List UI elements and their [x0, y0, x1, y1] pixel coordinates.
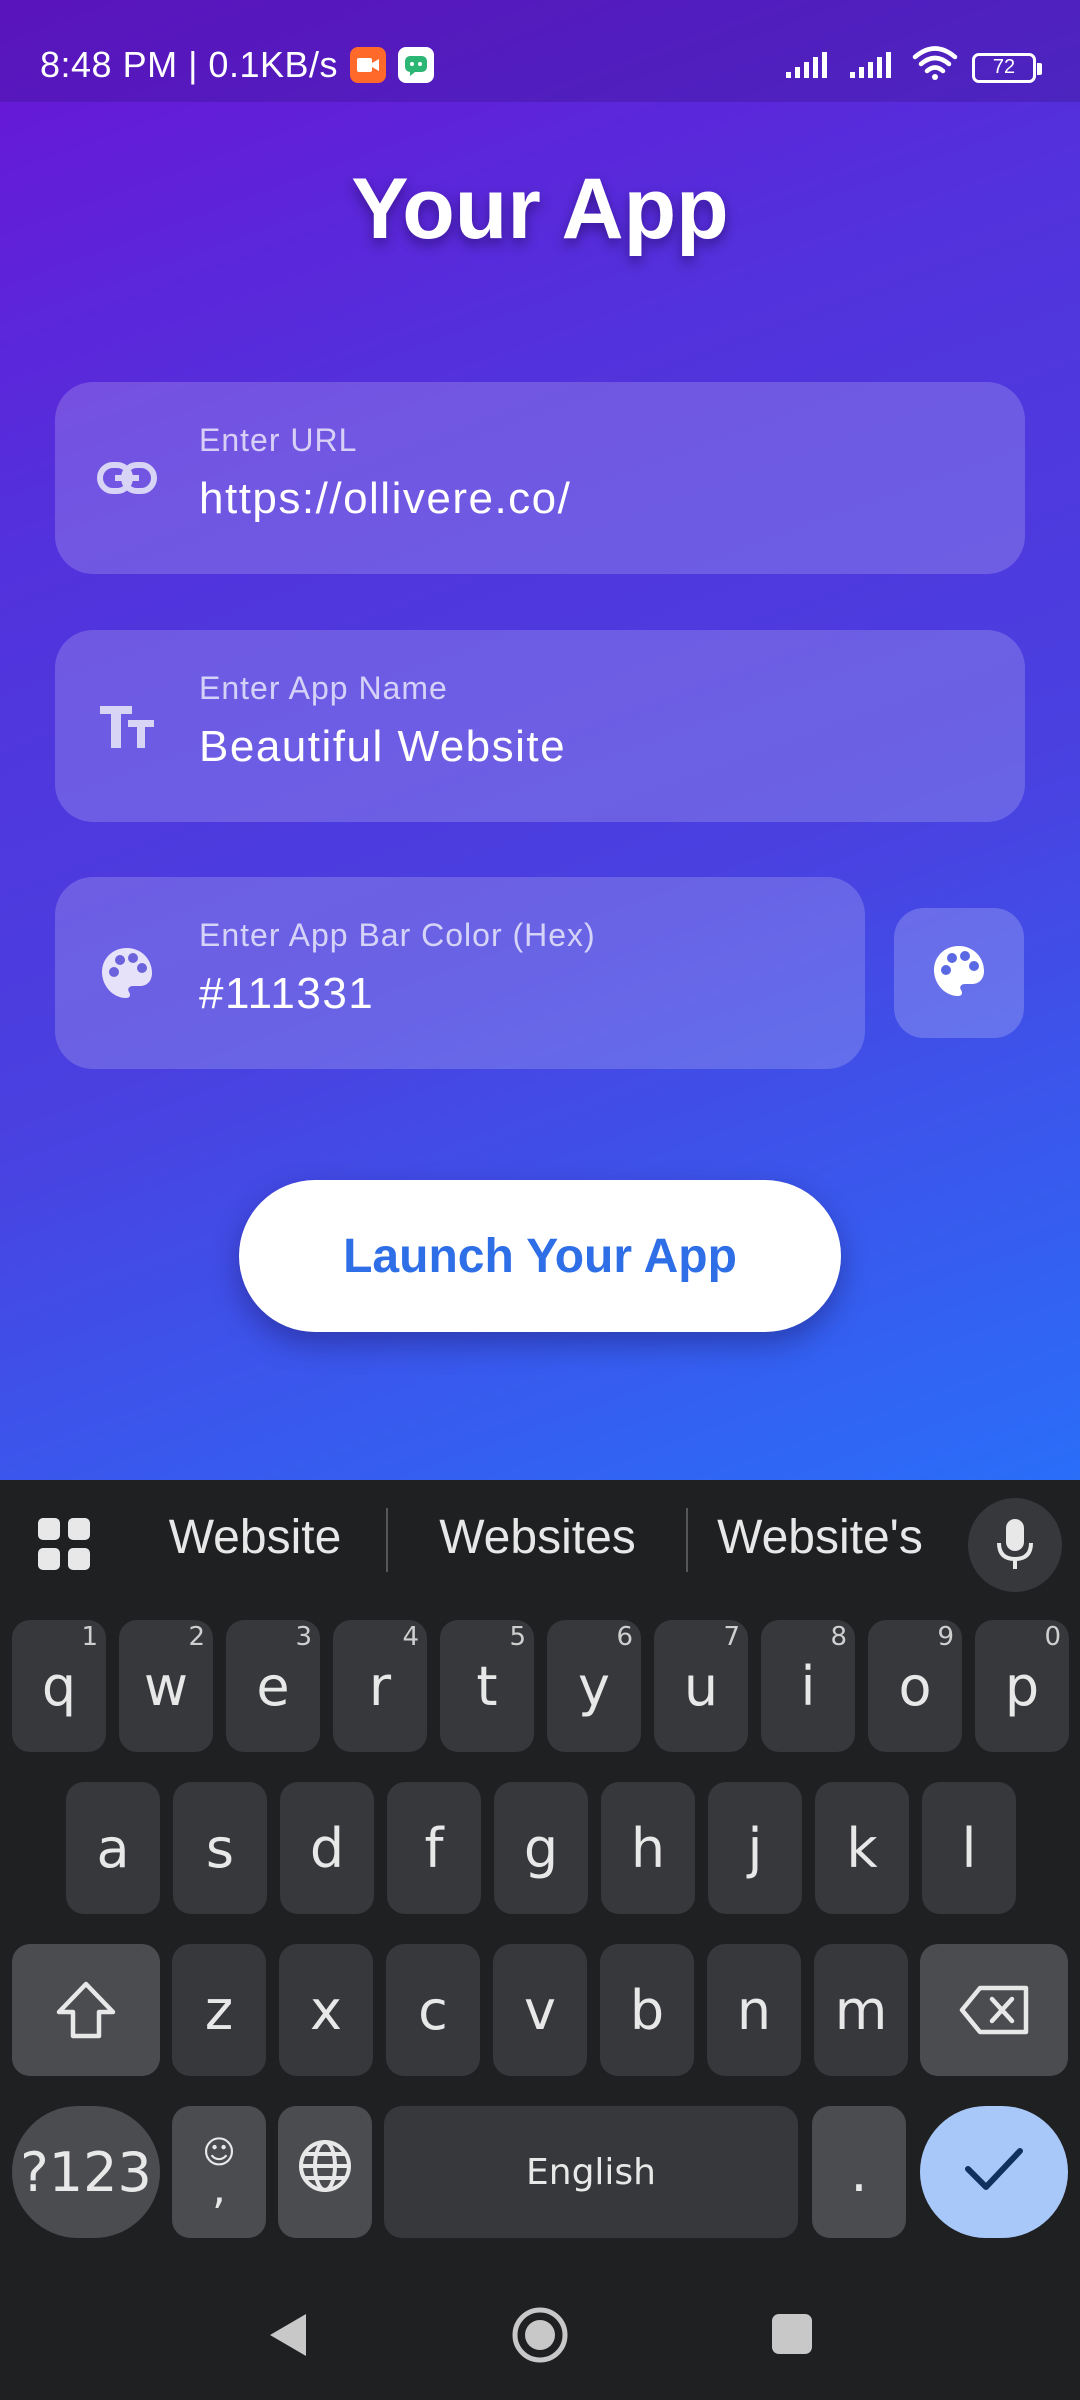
checkmark-icon: [964, 2141, 1024, 2204]
key-f[interactable]: f: [387, 1782, 481, 1914]
color-input[interactable]: #111331: [199, 969, 374, 1019]
suggestion-strip: Website Websites Website's: [0, 1480, 1080, 1600]
battery-indicator: 72: [972, 52, 1042, 83]
back-icon[interactable]: [266, 2310, 310, 2365]
palette-icon: [93, 939, 161, 1007]
app-screen: 8:48 PM | 0.1KB/s 72 Your App Enter URL …: [0, 0, 1080, 1480]
key-hint: 6: [616, 1622, 633, 1652]
app-name-input[interactable]: Beautiful Website: [199, 722, 566, 772]
key-hint: 9: [937, 1622, 954, 1652]
language-key[interactable]: [278, 2106, 372, 2238]
key-d[interactable]: d: [280, 1782, 374, 1914]
key-hint: 7: [723, 1622, 740, 1652]
page-title: Your App: [351, 161, 729, 257]
key-w[interactable]: w2: [119, 1620, 213, 1752]
symbols-key[interactable]: ?123: [12, 2106, 160, 2238]
comma-label: ,: [212, 2163, 226, 2214]
key-hint: 3: [295, 1622, 312, 1652]
space-key[interactable]: English: [384, 2106, 798, 2238]
home-icon[interactable]: [510, 2305, 570, 2370]
launch-app-button[interactable]: Launch Your App: [239, 1180, 841, 1332]
shift-key[interactable]: [12, 1944, 160, 2076]
key-hint: 4: [402, 1622, 419, 1652]
key-i[interactable]: i8: [761, 1620, 855, 1752]
suggestion-2[interactable]: Websites: [410, 1510, 665, 1565]
link-icon: [93, 444, 161, 512]
key-p[interactable]: p0: [975, 1620, 1069, 1752]
key-label: y: [578, 1654, 610, 1718]
key-hint: 1: [81, 1622, 98, 1652]
key-hint: 0: [1044, 1622, 1061, 1652]
period-key[interactable]: .: [812, 2106, 906, 2238]
key-a[interactable]: a: [66, 1782, 160, 1914]
app-name-field[interactable]: Enter App Name Beautiful Website: [55, 630, 1025, 822]
key-c[interactable]: c: [386, 1944, 480, 2076]
enter-key[interactable]: [920, 2106, 1068, 2238]
soft-keyboard: Website Websites Website's ?123 ☺ , Engl…: [0, 1480, 1080, 2280]
key-hint: 8: [830, 1622, 847, 1652]
url-field-label: Enter URL: [199, 422, 358, 458]
signal-icon-2: [848, 47, 898, 89]
key-g[interactable]: g: [494, 1782, 588, 1914]
key-label: q: [41, 1654, 77, 1718]
key-label: i: [800, 1654, 816, 1718]
key-s[interactable]: s: [173, 1782, 267, 1914]
key-n[interactable]: n: [707, 1944, 801, 2076]
key-o[interactable]: o9: [868, 1620, 962, 1752]
key-label: p: [1004, 1654, 1040, 1718]
key-label: r: [368, 1654, 392, 1718]
key-r[interactable]: r4: [333, 1620, 427, 1752]
key-hint: 2: [188, 1622, 205, 1652]
key-v[interactable]: v: [493, 1944, 587, 2076]
signal-icon: [784, 47, 834, 89]
wifi-icon: [912, 46, 958, 89]
key-m[interactable]: m: [814, 1944, 908, 2076]
key-y[interactable]: y6: [547, 1620, 641, 1752]
key-j[interactable]: j: [708, 1782, 802, 1914]
key-x[interactable]: x: [279, 1944, 373, 2076]
url-input[interactable]: https://ollivere.co/: [199, 474, 571, 524]
suggestion-1[interactable]: Website: [150, 1510, 360, 1565]
key-u[interactable]: u7: [654, 1620, 748, 1752]
color-picker-button[interactable]: [894, 908, 1024, 1038]
recents-icon[interactable]: [770, 2312, 814, 2361]
key-l[interactable]: l: [922, 1782, 1016, 1914]
key-t[interactable]: t5: [440, 1620, 534, 1752]
globe-icon: [297, 2138, 353, 2207]
color-field-label: Enter App Bar Color (Hex): [199, 917, 596, 953]
url-field[interactable]: Enter URL https://ollivere.co/: [55, 382, 1025, 574]
key-k[interactable]: k: [815, 1782, 909, 1914]
backspace-key[interactable]: [920, 1944, 1068, 2076]
key-label: o: [898, 1654, 932, 1718]
status-time: 8:48 PM | 0.1KB/s: [40, 44, 338, 85]
apps-grid-icon[interactable]: [36, 1516, 92, 1572]
key-label: e: [256, 1654, 290, 1718]
palette-icon: [932, 944, 986, 1003]
suggestion-divider: [686, 1508, 688, 1572]
status-bar: 8:48 PM | 0.1KB/s 72: [0, 0, 1080, 102]
suggestion-3[interactable]: Website's: [700, 1510, 940, 1565]
suggestion-divider: [386, 1508, 388, 1572]
video-notification-icon: [350, 47, 386, 83]
key-q[interactable]: q1: [12, 1620, 106, 1752]
comma-key[interactable]: ☺ ,: [172, 2106, 266, 2238]
text-size-icon: [93, 692, 161, 760]
chat-notification-icon: [398, 47, 434, 83]
key-b[interactable]: b: [600, 1944, 694, 2076]
color-field[interactable]: Enter App Bar Color (Hex) #111331: [55, 877, 865, 1069]
key-label: t: [476, 1654, 498, 1718]
key-e[interactable]: e3: [226, 1620, 320, 1752]
key-z[interactable]: z: [172, 1944, 266, 2076]
key-hint: 5: [509, 1622, 526, 1652]
app-name-field-label: Enter App Name: [199, 670, 448, 706]
navigation-bar: [0, 2280, 1080, 2400]
microphone-icon[interactable]: [968, 1498, 1062, 1592]
key-label: w: [143, 1654, 189, 1718]
key-h[interactable]: h: [601, 1782, 695, 1914]
key-label: u: [683, 1654, 719, 1718]
